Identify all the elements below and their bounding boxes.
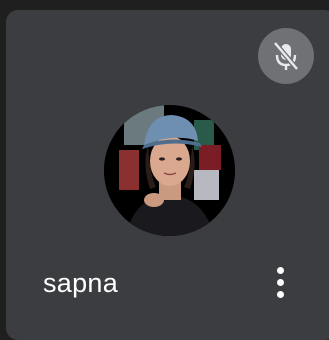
mic-muted-indicator: [258, 28, 314, 84]
avatar: [104, 105, 235, 236]
profile-photo: [104, 105, 235, 236]
mic-off-icon: [273, 41, 299, 71]
more-options-button[interactable]: [266, 262, 294, 302]
participant-name: sapna: [43, 268, 119, 298]
more-vert-icon: [276, 266, 284, 274]
